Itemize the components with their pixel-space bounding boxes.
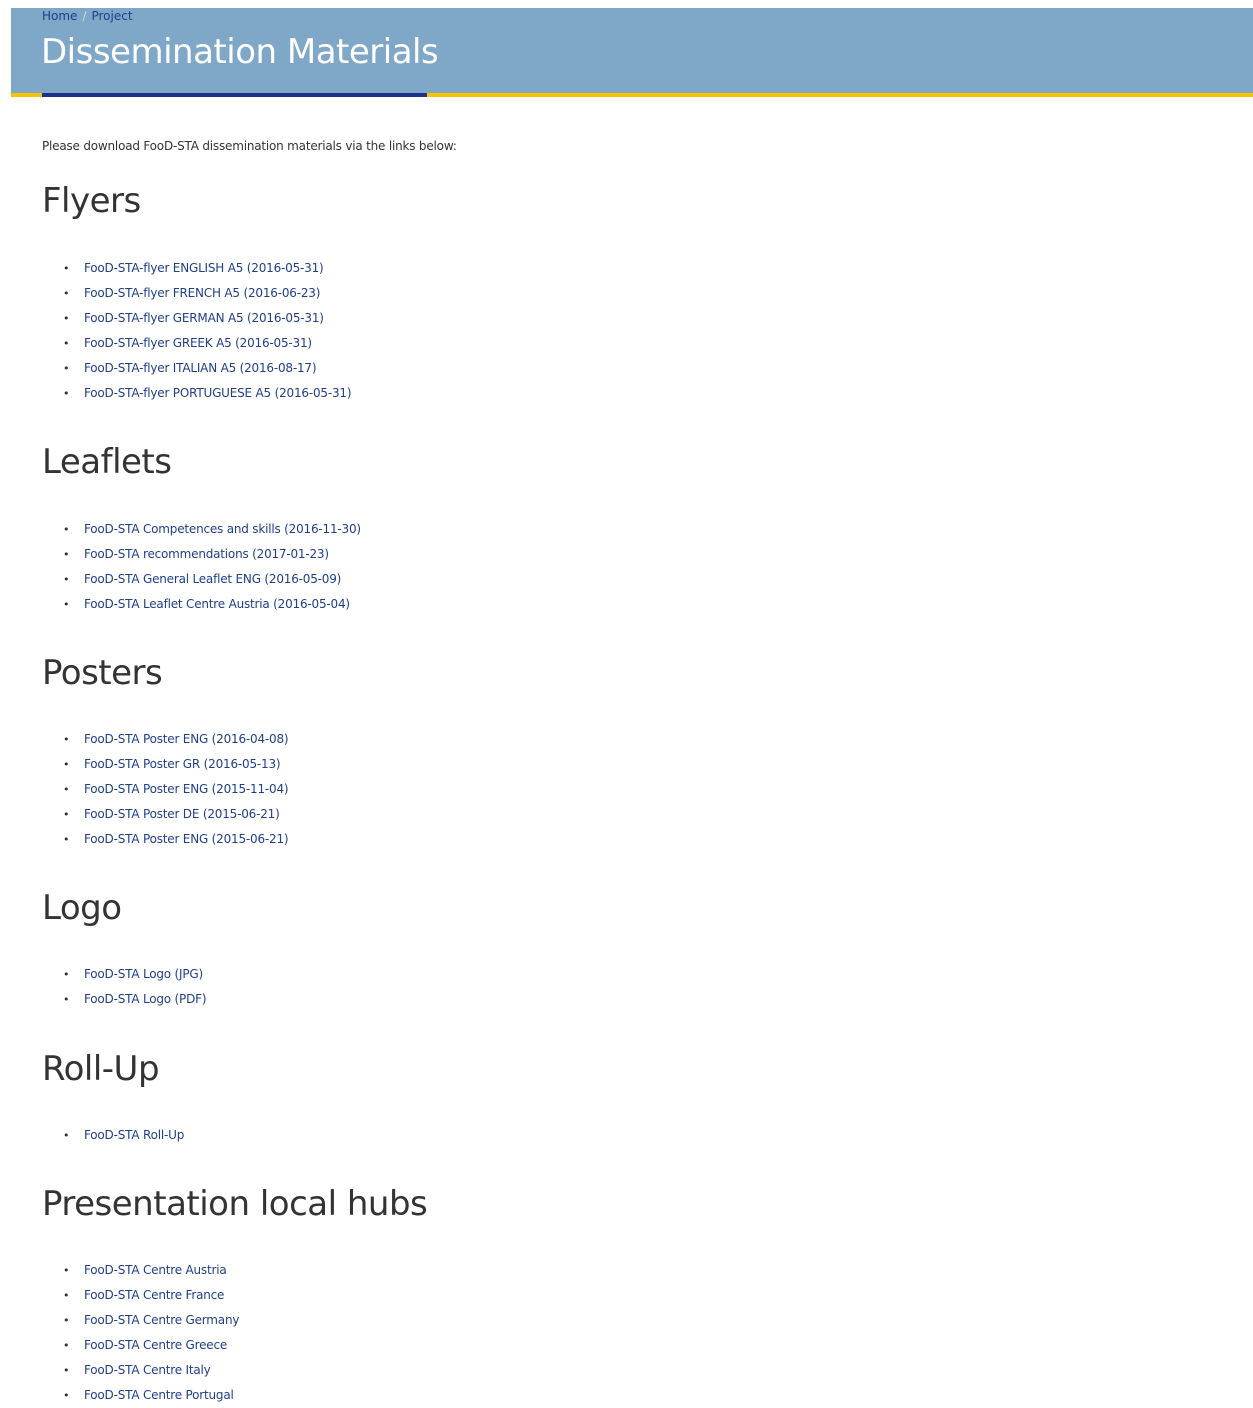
leaflets-list: FooD-STA Competences and skills (2016-11… [42,517,361,617]
list-item: FooD-STA Logo (JPG) [42,962,206,987]
list-item: FooD-STA Centre Germany [42,1308,239,1333]
breadcrumb: Home / Project [42,8,133,24]
list-item: FooD-STA Centre Greece [42,1333,239,1358]
list-item: FooD-STA Centre Portugal [42,1383,239,1408]
list-item: FooD-STA-flyer GREEK A5 (2016-05-31) [42,331,351,356]
flyer-link[interactable]: FooD-STA-flyer GREEK A5 (2016-05-31) [84,336,312,350]
poster-link[interactable]: FooD-STA Poster ENG (2015-11-04) [84,782,289,796]
logo-list: FooD-STA Logo (JPG) FooD-STA Logo (PDF) [42,962,206,1012]
intro-text: Please download FooD-STA dissemination m… [42,139,457,153]
breadcrumb-home-link[interactable]: Home [42,9,77,23]
list-item: FooD-STA Leaflet Centre Austria (2016-05… [42,592,361,617]
page-header-banner: Home / Project Dissemination Materials [11,8,1253,93]
hubs-list: FooD-STA Centre Austria FooD-STA Centre … [42,1258,239,1408]
hub-link[interactable]: FooD-STA Centre Italy [84,1363,211,1377]
flyer-link[interactable]: FooD-STA-flyer ITALIAN A5 (2016-08-17) [84,361,317,375]
poster-link[interactable]: FooD-STA Poster ENG (2016-04-08) [84,732,289,746]
leaflet-link[interactable]: FooD-STA Leaflet Centre Austria (2016-05… [84,597,350,611]
list-item: FooD-STA-flyer ITALIAN A5 (2016-08-17) [42,356,351,381]
list-item: FooD-STA Centre France [42,1283,239,1308]
hub-link[interactable]: FooD-STA Centre Austria [84,1263,227,1277]
list-item: FooD-STA-flyer GERMAN A5 (2016-05-31) [42,306,351,331]
posters-heading: Posters [42,653,163,693]
rollup-heading: Roll-Up [42,1049,160,1089]
flyers-list: FooD-STA-flyer ENGLISH A5 (2016-05-31) F… [42,256,351,406]
logo-heading: Logo [42,888,122,928]
flyer-link[interactable]: FooD-STA-flyer FRENCH A5 (2016-06-23) [84,286,320,300]
list-item: FooD-STA Centre Austria [42,1258,239,1283]
flyer-link[interactable]: FooD-STA-flyer PORTUGUESE A5 (2016-05-31… [84,386,352,400]
list-item: FooD-STA Poster GR (2016-05-13) [42,752,288,777]
poster-link[interactable]: FooD-STA Poster GR (2016-05-13) [84,757,281,771]
poster-link[interactable]: FooD-STA Poster DE (2015-06-21) [84,807,280,821]
flyer-link[interactable]: FooD-STA-flyer ENGLISH A5 (2016-05-31) [84,261,324,275]
list-item: FooD-STA Poster ENG (2015-11-04) [42,777,289,802]
breadcrumb-project-link[interactable]: Project [91,9,132,23]
header-underline-accent [42,93,427,97]
list-item: FooD-STA-flyer FRENCH A5 (2016-06-23) [42,281,351,306]
list-item: FooD-STA Competences and skills (2016-11… [42,517,361,542]
poster-link[interactable]: FooD-STA Poster ENG (2015-06-21) [84,832,289,846]
list-item: FooD-STA Poster ENG (2015-06-21) [42,827,289,852]
hubs-heading: Presentation local hubs [42,1184,428,1224]
list-item: FooD-STA Poster DE (2015-06-21) [42,802,288,827]
leaflet-link[interactable]: FooD-STA Competences and skills (2016-11… [84,522,361,536]
list-item: FooD-STA Roll-Up [42,1123,184,1148]
page-title: Dissemination Materials [41,32,439,72]
hub-link[interactable]: FooD-STA Centre France [84,1288,224,1302]
rollup-list: FooD-STA Roll-Up [42,1123,184,1148]
leaflet-link[interactable]: FooD-STA recommendations (2017-01-23) [84,547,329,561]
logo-link[interactable]: FooD-STA Logo (PDF) [84,992,207,1006]
flyer-link[interactable]: FooD-STA-flyer GERMAN A5 (2016-05-31) [84,311,324,325]
list-item: FooD-STA-flyer PORTUGUESE A5 (2016-05-31… [42,381,351,406]
hub-link[interactable]: FooD-STA Centre Greece [84,1338,227,1352]
list-item: FooD-STA Logo (PDF) [42,987,206,1012]
posters-list: FooD-STA Poster ENG (2016-04-08) FooD-ST… [42,727,289,852]
hub-link[interactable]: FooD-STA Centre Portugal [84,1388,234,1402]
breadcrumb-separator: / [82,9,87,23]
leaflets-heading: Leaflets [42,442,172,482]
logo-link[interactable]: FooD-STA Logo (JPG) [84,967,203,981]
list-item: FooD-STA Poster ENG (2016-04-08) [42,727,289,752]
hub-link[interactable]: FooD-STA Centre Germany [84,1313,239,1327]
leaflet-link[interactable]: FooD-STA General Leaflet ENG (2016-05-09… [84,572,341,586]
list-item: FooD-STA General Leaflet ENG (2016-05-09… [42,567,361,592]
list-item: FooD-STA Centre Italy [42,1358,239,1383]
rollup-link[interactable]: FooD-STA Roll-Up [84,1128,184,1142]
header-underline [11,93,1253,97]
list-item: FooD-STA recommendations (2017-01-23) [42,542,361,567]
list-item: FooD-STA-flyer ENGLISH A5 (2016-05-31) [42,256,351,281]
flyers-heading: Flyers [42,181,141,221]
